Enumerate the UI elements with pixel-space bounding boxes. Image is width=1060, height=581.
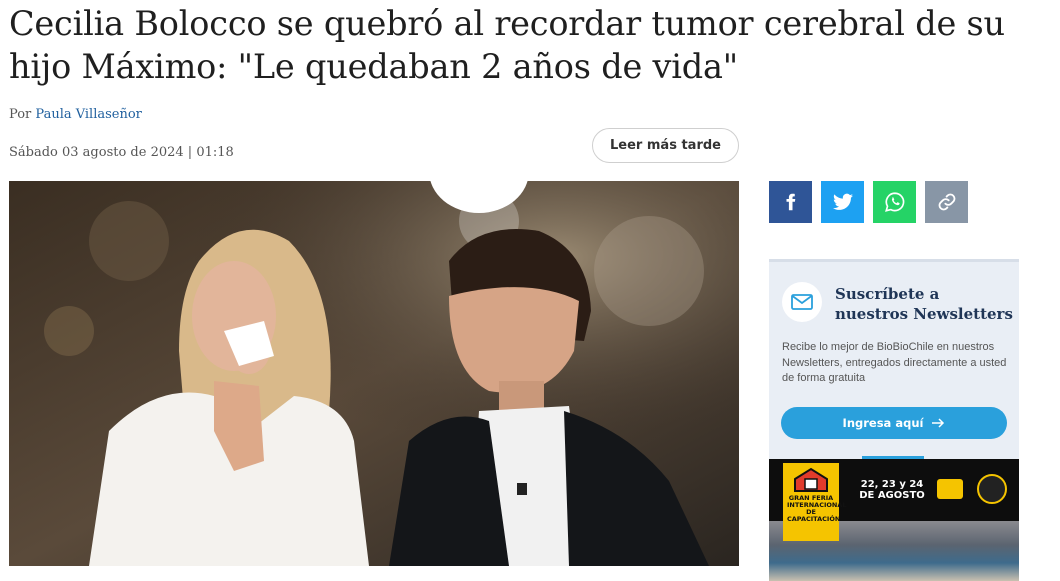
arrow-right-icon	[932, 418, 945, 428]
article-headline: Cecilia Bolocco se quebró al recordar tu…	[9, 2, 1009, 88]
envelope-icon	[782, 282, 822, 322]
ad-feria-text: GRAN FERIA INTERNACIONAL DE CAPACITACIÓN	[787, 494, 847, 523]
byline: Por Paula Villaseñor	[9, 107, 142, 122]
newsletter-button-label: Ingresa aquí	[842, 416, 924, 430]
ad-badge-icon	[937, 479, 963, 499]
read-later-button[interactable]: Leer más tarde	[592, 128, 739, 163]
newsletter-box: Suscríbete a nuestros Newsletters Recibe…	[769, 259, 1019, 459]
house-logo-icon	[794, 467, 828, 492]
link-icon	[938, 193, 955, 211]
newsletter-description: Recibe lo mejor de BioBioChile en nuestr…	[782, 341, 1007, 384]
hero-photo	[9, 181, 739, 566]
facebook-icon	[786, 193, 795, 211]
headline-line-1: Cecilia Bolocco se quebró al recordar tu…	[9, 4, 1005, 43]
share-twitter-button[interactable]	[821, 181, 864, 223]
advertisement-banner[interactable]: GRAN FERIA INTERNACIONAL DE CAPACITACIÓN…	[769, 459, 1019, 581]
headline-line-2: hijo Máximo: "Le quedaban 2 años de vida…	[9, 47, 738, 86]
ad-seal-icon	[977, 474, 1007, 504]
share-copy-link-button[interactable]	[925, 181, 968, 223]
twitter-icon	[832, 193, 853, 210]
author-link[interactable]: Paula Villaseñor	[35, 107, 142, 122]
newsletter-signup-button[interactable]: Ingresa aquí	[781, 407, 1007, 439]
share-facebook-button[interactable]	[769, 181, 812, 223]
ad-dates: 22, 23 y 24 DE AGOSTO	[859, 479, 925, 501]
whatsapp-icon	[884, 192, 904, 212]
article-hero-image	[9, 181, 739, 566]
publish-date: Sábado 03 agosto de 2024 | 01:18	[9, 145, 234, 160]
byline-prefix: Por	[9, 107, 32, 122]
newsletter-title: Suscríbete a nuestros Newsletters	[835, 285, 1013, 323]
share-whatsapp-button[interactable]	[873, 181, 916, 223]
